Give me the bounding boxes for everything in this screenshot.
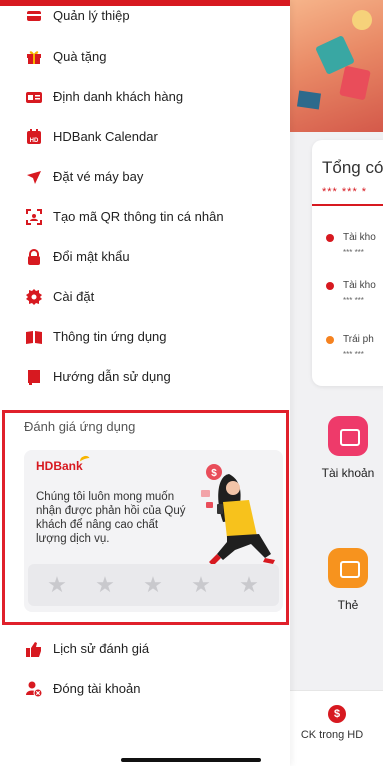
transfer-icon[interactable]: $: [328, 705, 346, 723]
qr-code-icon: [26, 209, 42, 225]
quick-action-label: Thẻ: [337, 598, 359, 612]
menu-item-label: Cài đặt: [53, 289, 95, 304]
thumbs-up-icon: [26, 641, 42, 657]
menu-item-label: Quản lý thiệp: [53, 8, 130, 23]
menu-item-close-account[interactable]: Đóng tài khoản: [0, 670, 290, 710]
account-dot: [326, 234, 334, 242]
gear-icon: [26, 289, 42, 305]
menu-item-settings[interactable]: Cài đặt: [0, 278, 290, 318]
gift-icon: [26, 49, 42, 65]
card-icon: [328, 548, 368, 588]
side-menu-drawer: Quản lý thiệp Quà tặng Định danh khách h…: [0, 0, 290, 766]
account-masked-value: *** ***: [343, 296, 364, 305]
menu-item-label: Đổi mật khẩu: [53, 249, 130, 264]
quick-action-label: Tài khoản: [321, 466, 375, 480]
logo-swoosh: [78, 454, 92, 466]
lock-icon: [26, 249, 42, 265]
menu-item-card-management[interactable]: Quản lý thiệp: [0, 0, 290, 37]
menu-item-change-password[interactable]: Đổi mật khẩu: [0, 238, 290, 278]
tab-transfer-internal[interactable]: CK trong HD: [301, 729, 363, 741]
menu-item-label: Lịch sử đánh giá: [53, 641, 150, 656]
rating-card: HDBank Chúng tôi luôn mong muốn nhận đượ…: [24, 450, 283, 612]
menu-item-label: Đặt vé máy bay: [53, 169, 144, 184]
flag-icon: [26, 369, 42, 385]
menu-item-app-info[interactable]: Thông tin ứng dụng: [0, 318, 290, 358]
banner-art: [339, 65, 371, 101]
account-masked-value: *** ***: [343, 350, 364, 359]
balance-card[interactable]: Tổng có *** *** * Tài kho *** *** Tài kh…: [312, 140, 383, 386]
menu-item-label: Đóng tài khoản: [53, 681, 141, 696]
menu-item-label: HDBank Calendar: [53, 129, 158, 144]
account-masked-value: *** ***: [343, 248, 364, 257]
promo-banner[interactable]: [290, 0, 383, 132]
balance-title: Tổng có: [322, 158, 383, 177]
menu-item-rating-history[interactable]: Lịch sử đánh giá: [0, 630, 290, 670]
wallet-icon: [328, 416, 368, 456]
star-icon[interactable]: ★: [94, 574, 116, 596]
menu-item-flight-booking[interactable]: Đặt vé máy bay: [0, 158, 290, 198]
menu-item-create-qr[interactable]: Tạo mã QR thông tin cá nhân: [0, 198, 290, 238]
home-screen-background: Tổng có *** *** * Tài kho *** *** Tài kh…: [290, 0, 383, 766]
card-icon: [26, 8, 42, 24]
menu-item-customer-identification[interactable]: Định danh khách hàng: [0, 78, 290, 118]
account-label: Trái ph: [343, 334, 374, 345]
account-dot: [326, 336, 334, 344]
star-icon[interactable]: ★: [190, 574, 212, 596]
menu-item-hdbank-calendar[interactable]: HD HDBank Calendar: [0, 118, 290, 158]
menu-item-label: Thông tin ứng dụng: [53, 329, 167, 344]
star-rating-bar: ★ ★ ★ ★ ★: [28, 564, 279, 606]
id-card-icon: [26, 89, 42, 105]
rating-description: Chúng tôi luôn mong muốn nhận được phản …: [36, 491, 186, 545]
account-label: Tài kho: [343, 280, 376, 291]
woman-with-phone-illustration: $: [201, 464, 275, 566]
rating-section-title: Đánh giá ứng dụng: [24, 419, 136, 434]
svg-text:HD: HD: [30, 138, 39, 144]
airplane-icon: [26, 169, 42, 185]
menu-item-gifts[interactable]: Quà tặng: [0, 38, 290, 78]
balance-divider: [312, 204, 383, 206]
star-icon[interactable]: ★: [142, 574, 164, 596]
home-indicator: [121, 758, 261, 762]
menu-item-user-guide[interactable]: Hướng dẫn sử dụng: [0, 358, 290, 398]
menu-item-label: Hướng dẫn sử dụng: [53, 369, 171, 384]
close-account-icon: [26, 681, 42, 697]
bottom-tab-bar: $ CK trong HD: [290, 690, 383, 766]
star-icon[interactable]: ★: [238, 574, 260, 596]
menu-item-label: Tạo mã QR thông tin cá nhân: [53, 209, 224, 224]
book-icon: [26, 329, 42, 345]
star-icon[interactable]: ★: [46, 574, 68, 596]
menu-item-label: Quà tặng: [53, 49, 107, 64]
hdbank-logo: HDBank: [36, 459, 83, 473]
account-dot: [326, 282, 334, 290]
account-label: Tài kho: [343, 232, 376, 243]
banner-art: [296, 90, 322, 110]
menu-item-label: Định danh khách hàng: [53, 89, 184, 104]
calendar-icon: HD: [26, 129, 42, 145]
balance-masked-value: *** *** *: [322, 186, 368, 198]
banner-art: [352, 10, 372, 30]
svg-text:$: $: [211, 468, 217, 479]
